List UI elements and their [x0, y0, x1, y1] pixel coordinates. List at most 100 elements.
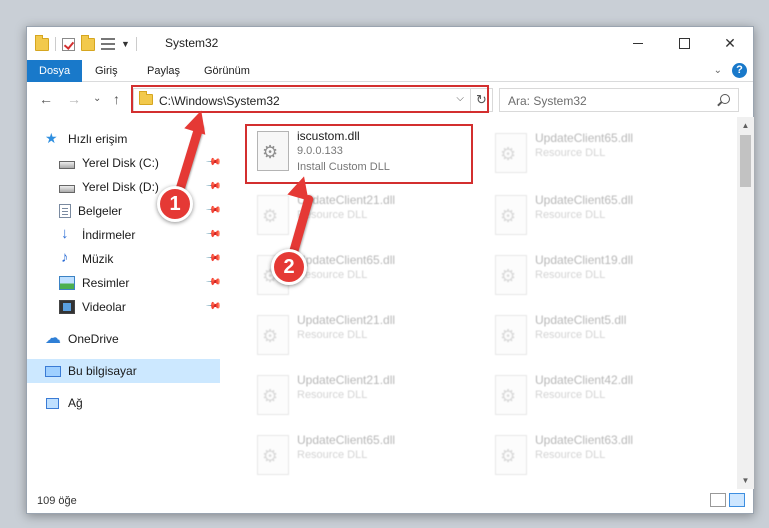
file-item[interactable]: UpdateClient65.dll Resource DLL — [487, 127, 717, 183]
toolbar-separator — [55, 37, 56, 51]
help-icon[interactable]: ? — [732, 63, 747, 78]
sidebar-item-label: Hızlı erişim — [68, 132, 128, 146]
search-icon[interactable] — [720, 94, 730, 104]
maximize-button[interactable] — [661, 27, 707, 60]
properties-check-icon[interactable] — [62, 37, 75, 51]
sidebar-item-downloads[interactable]: İndirmeler 📌 — [27, 223, 222, 247]
pictures-icon — [59, 276, 75, 290]
file-item[interactable]: UpdateClient65.dll Resource DLL — [487, 189, 717, 245]
address-path[interactable]: C:\Windows\System32 — [159, 94, 280, 108]
tab-paylas[interactable]: Paylaş — [147, 60, 180, 82]
refresh-button[interactable]: ↻ — [470, 89, 492, 111]
window-controls: ✕ — [615, 27, 753, 60]
folder-icon — [35, 34, 49, 51]
address-dropdown-icon[interactable]: ⌵ — [456, 93, 464, 104]
file-item-iscustom[interactable]: iscustom.dll 9.0.0.133 Install Custom DL… — [249, 125, 479, 181]
pin-icon[interactable]: 📌 — [205, 154, 222, 171]
quick-access-toolbar: ▼ — [35, 34, 137, 52]
search-input[interactable]: Ara: System32 — [499, 88, 739, 112]
minimize-button[interactable] — [615, 27, 661, 60]
sidebar-item-network[interactable]: Ağ — [27, 391, 220, 415]
toolbar-separator — [135, 37, 137, 51]
explorer-window: ▼ System32 ✕ Dosya Giriş Paylaş Görünüm … — [26, 26, 754, 514]
dll-file-icon — [257, 435, 289, 475]
file-item[interactable]: UpdateClient21.dll Resource DLL — [249, 189, 479, 245]
status-bar: 109 öğe — [27, 489, 753, 513]
file-description: Resource DLL — [535, 269, 606, 281]
file-item[interactable]: UpdateClient19.dll Resource DLL — [487, 249, 717, 305]
file-item[interactable]: UpdateClient21.dll Resource DLL — [249, 369, 479, 425]
file-name: UpdateClient21.dll — [297, 373, 396, 387]
sidebar-item-label: Bu bilgisayar — [68, 364, 137, 378]
sidebar-item-music[interactable]: Müzik 📌 — [27, 247, 222, 271]
file-name: UpdateClient21.dll — [297, 313, 396, 327]
callout-1-badge: 1 — [157, 186, 193, 222]
file-name: UpdateClient65.dll — [297, 433, 396, 447]
file-item[interactable]: UpdateClient42.dll Resource DLL — [487, 369, 717, 425]
address-bar[interactable]: C:\Windows\System32 ⌵ ↻ — [133, 88, 493, 112]
title-bar: ▼ System32 ✕ — [27, 27, 753, 60]
sidebar-item-label: Resimler — [82, 276, 130, 290]
dll-file-icon — [257, 315, 289, 355]
customize-icon[interactable] — [101, 38, 115, 50]
file-description: Resource DLL — [297, 269, 368, 281]
pin-icon[interactable]: 📌 — [205, 250, 222, 267]
dll-file-icon — [495, 195, 527, 235]
sidebar-item-this-pc[interactable]: Bu bilgisayar — [27, 359, 220, 383]
up-button[interactable]: ↑ — [113, 91, 120, 107]
file-description: Resource DLL — [297, 389, 368, 401]
navigation-bar: ← → ⌄ ↑ C:\Windows\System32 ⌵ ↻ Ara: Sys… — [27, 83, 753, 116]
scroll-down-icon[interactable]: ▼ — [737, 472, 754, 489]
music-icon — [59, 249, 75, 266]
file-description: Resource DLL — [535, 329, 606, 341]
file-description: Resource DLL — [535, 209, 606, 221]
sidebar-item-label: Yerel Disk (C:) — [82, 156, 159, 170]
pin-icon[interactable]: 📌 — [205, 226, 222, 243]
file-name: UpdateClient19.dll — [535, 253, 634, 267]
pin-icon[interactable]: 📌 — [205, 202, 222, 219]
file-description: Resource DLL — [535, 389, 606, 401]
file-item[interactable]: UpdateClient65.dll Resource DLL — [249, 429, 479, 485]
sidebar-item-label: OneDrive — [68, 332, 119, 346]
dll-file-icon — [495, 255, 527, 295]
tab-dosya[interactable]: Dosya — [27, 60, 83, 82]
pin-icon[interactable]: 📌 — [205, 178, 222, 195]
file-description: Resource DLL — [535, 449, 606, 461]
sidebar-item-pictures[interactable]: Resimler 📌 — [27, 271, 222, 295]
forward-button[interactable]: → — [67, 91, 81, 107]
file-description: Resource DLL — [535, 147, 606, 159]
pin-icon[interactable]: 📌 — [205, 298, 222, 315]
close-button[interactable]: ✕ — [707, 27, 753, 60]
pin-icon[interactable]: 📌 — [205, 274, 222, 291]
recent-locations-button[interactable]: ⌄ — [93, 93, 101, 104]
new-folder-icon[interactable] — [81, 34, 95, 51]
collapse-ribbon-icon[interactable]: ⌄ — [714, 65, 722, 76]
view-buttons — [710, 493, 745, 507]
file-item[interactable]: UpdateClient5.dll Resource DLL — [487, 309, 717, 365]
navigation-pane: Hızlı erişim Yerel Disk (C:) 📌 Yerel Dis… — [27, 117, 222, 489]
file-item[interactable]: UpdateClient63.dll Resource DLL — [487, 429, 717, 485]
file-description: Resource DLL — [297, 329, 368, 341]
sidebar-item-label: Belgeler — [78, 204, 123, 218]
file-name: UpdateClient65.dll — [297, 253, 396, 267]
back-button[interactable]: ← — [39, 91, 53, 107]
sidebar-item-label: Müzik — [82, 252, 114, 266]
videos-icon — [59, 300, 75, 314]
details-view-icon[interactable] — [710, 493, 726, 507]
toolbar-dropdown-icon[interactable]: ▼ — [121, 39, 130, 49]
star-icon — [45, 130, 61, 147]
dll-file-icon — [495, 435, 527, 475]
callout-2-badge: 2 — [271, 249, 307, 285]
tiles-view-icon[interactable] — [729, 493, 745, 507]
scroll-up-icon[interactable]: ▲ — [737, 117, 754, 134]
vertical-scrollbar[interactable]: ▲ ▼ — [737, 117, 754, 489]
file-name: UpdateClient5.dll — [535, 313, 627, 327]
file-item[interactable]: UpdateClient21.dll Resource DLL — [249, 309, 479, 365]
sidebar-item-onedrive[interactable]: OneDrive — [27, 327, 220, 351]
scroll-thumb[interactable] — [740, 135, 751, 187]
tab-gorunum[interactable]: Görünüm — [204, 60, 250, 82]
sidebar-item-label: İndirmeler — [82, 228, 136, 242]
file-name: iscustom.dll — [297, 129, 360, 143]
sidebar-item-videos[interactable]: Videolar 📌 — [27, 295, 222, 319]
tab-giris[interactable]: Giriş — [95, 60, 118, 82]
